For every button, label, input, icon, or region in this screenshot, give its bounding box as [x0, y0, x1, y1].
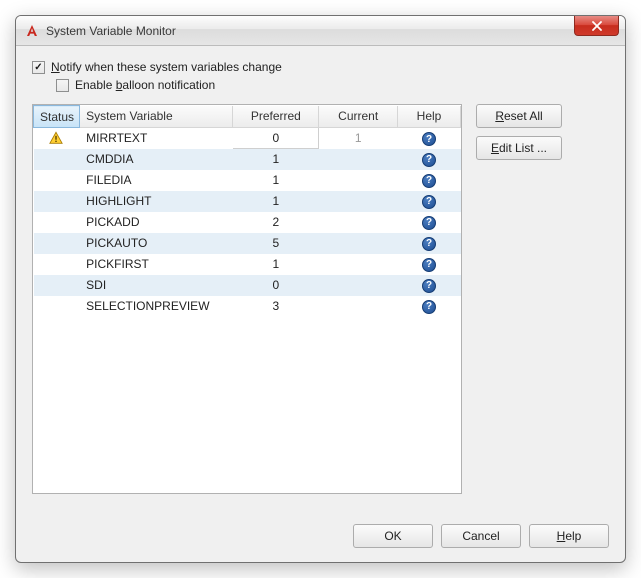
sysvar-name: SELECTIONPREVIEW [80, 296, 233, 317]
table-row[interactable]: PICKAUTO5? [34, 233, 461, 254]
status-cell [34, 149, 80, 170]
balloon-checkbox[interactable] [56, 79, 69, 92]
status-cell [34, 296, 80, 317]
current-cell [319, 296, 398, 317]
table-row[interactable]: PICKFIRST1? [34, 254, 461, 275]
titlebar[interactable]: System Variable Monitor [16, 16, 625, 46]
sysvar-name: PICKFIRST [80, 254, 233, 275]
table-row[interactable]: MIRRTEXT01? [34, 128, 461, 149]
sysvar-name: HIGHLIGHT [80, 191, 233, 212]
current-cell [319, 170, 398, 191]
current-cell [319, 233, 398, 254]
notify-checkbox[interactable] [32, 61, 45, 74]
edit-list-button[interactable]: Edit List ... [476, 136, 562, 160]
help-icon[interactable]: ? [422, 174, 436, 188]
preferred-cell: 5 [233, 233, 319, 254]
balloon-checkbox-row: Enable balloon notification [56, 78, 609, 92]
status-cell [34, 170, 80, 191]
preferred-cell: 0 [233, 275, 319, 296]
help-icon[interactable]: ? [422, 216, 436, 230]
help-cell: ? [398, 233, 461, 254]
current-cell [319, 191, 398, 212]
status-cell [34, 275, 80, 296]
status-cell [34, 128, 80, 149]
status-cell [34, 233, 80, 254]
help-cell: ? [398, 149, 461, 170]
sysvar-name: SDI [80, 275, 233, 296]
help-button[interactable]: Help [529, 524, 609, 548]
current-cell [319, 254, 398, 275]
help-cell: ? [398, 212, 461, 233]
current-cell: 1 [319, 128, 398, 149]
col-help[interactable]: Help [398, 106, 461, 128]
app-icon [24, 23, 40, 39]
preferred-cell: 3 [233, 296, 319, 317]
col-status[interactable]: Status [34, 106, 80, 128]
cancel-button[interactable]: Cancel [441, 524, 521, 548]
col-preferred[interactable]: Preferred [233, 106, 319, 128]
table-row[interactable]: SELECTIONPREVIEW3? [34, 296, 461, 317]
help-cell: ? [398, 128, 461, 149]
table-row[interactable]: CMDDIA1? [34, 149, 461, 170]
window-title: System Variable Monitor [46, 24, 176, 38]
preferred-cell: 1 [233, 191, 319, 212]
help-icon[interactable]: ? [422, 195, 436, 209]
help-icon[interactable]: ? [422, 237, 436, 251]
close-button[interactable] [574, 16, 619, 36]
table-row[interactable]: SDI0? [34, 275, 461, 296]
preferred-cell: 1 [233, 170, 319, 191]
dialog-window: System Variable Monitor Notify when thes… [15, 15, 626, 563]
sysvar-name: MIRRTEXT [80, 128, 233, 149]
status-cell [34, 191, 80, 212]
preferred-cell: 1 [233, 149, 319, 170]
col-sysvar[interactable]: System Variable [80, 106, 233, 128]
help-cell: ? [398, 275, 461, 296]
notify-label[interactable]: Notify when these system variables chang… [51, 60, 282, 74]
reset-all-button[interactable]: Reset All [476, 104, 562, 128]
preferred-cell: 1 [233, 254, 319, 275]
help-icon[interactable]: ? [422, 279, 436, 293]
status-cell [34, 212, 80, 233]
preferred-cell: 2 [233, 212, 319, 233]
sysvar-name: PICKAUTO [80, 233, 233, 254]
table-row[interactable]: FILEDIA1? [34, 170, 461, 191]
help-icon[interactable]: ? [422, 153, 436, 167]
help-icon[interactable]: ? [422, 258, 436, 272]
col-current[interactable]: Current [319, 106, 398, 128]
ok-button[interactable]: OK [353, 524, 433, 548]
sysvar-name: PICKADD [80, 212, 233, 233]
sysvar-name: CMDDIA [80, 149, 233, 170]
help-icon[interactable]: ? [422, 132, 436, 146]
help-cell: ? [398, 296, 461, 317]
current-cell [319, 275, 398, 296]
table-row[interactable]: PICKADD2? [34, 212, 461, 233]
status-cell [34, 254, 80, 275]
help-cell: ? [398, 191, 461, 212]
notify-checkbox-row: Notify when these system variables chang… [32, 60, 609, 74]
warning-icon [40, 131, 74, 145]
help-cell: ? [398, 170, 461, 191]
help-icon[interactable]: ? [422, 300, 436, 314]
sysvar-table: Status System Variable Preferred Current… [32, 104, 462, 494]
balloon-label[interactable]: Enable balloon notification [75, 78, 215, 92]
help-cell: ? [398, 254, 461, 275]
sysvar-name: FILEDIA [80, 170, 233, 191]
current-cell [319, 149, 398, 170]
current-cell [319, 212, 398, 233]
table-row[interactable]: HIGHLIGHT1? [34, 191, 461, 212]
preferred-cell[interactable]: 0 [233, 128, 319, 149]
